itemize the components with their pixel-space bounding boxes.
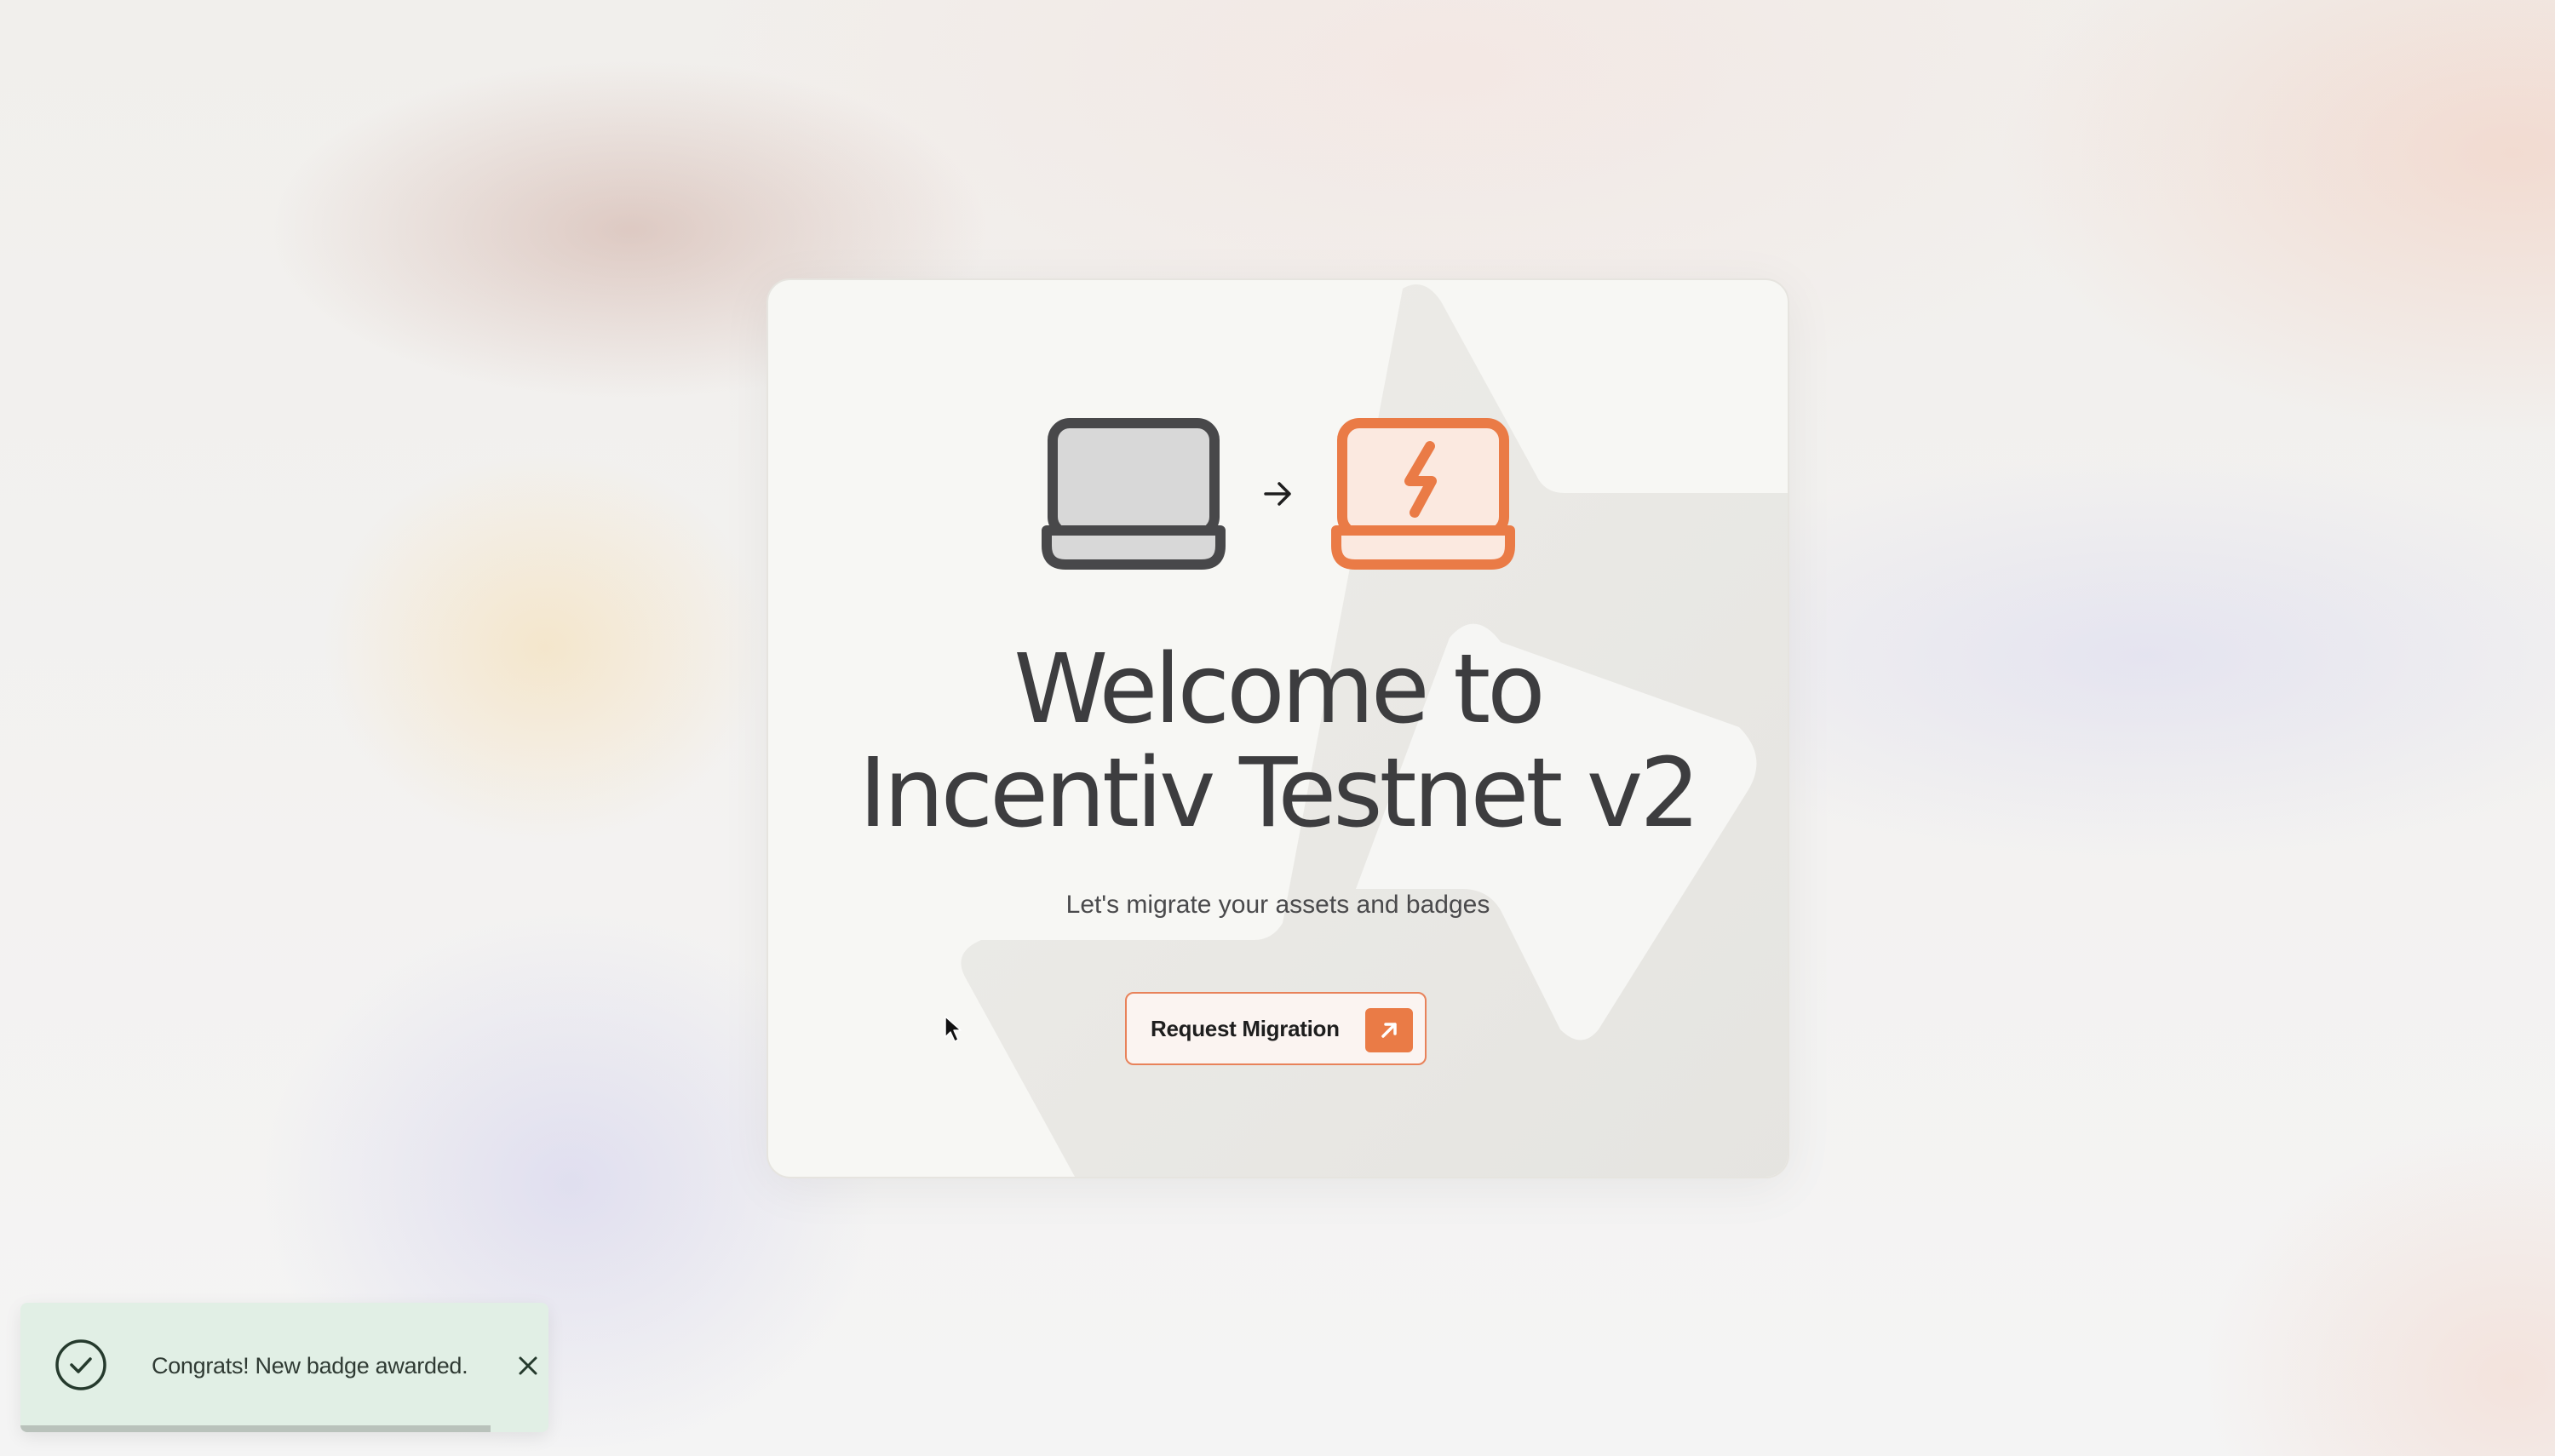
migration-icons: [768, 413, 1788, 575]
arrow-right-icon: [1263, 481, 1294, 507]
title-line-1: Welcome to: [1013, 634, 1545, 745]
toast-progress-bar: [20, 1425, 491, 1432]
mouse-cursor-icon: [944, 1015, 964, 1048]
laptop-lightning-icon: [1330, 418, 1515, 570]
page-subtitle: Let's migrate your assets and badges: [1065, 891, 1490, 919]
welcome-card: Welcome to Incentiv Testnet v2 Let's mig…: [766, 278, 1789, 1178]
toast-progress-track: [20, 1425, 548, 1432]
check-circle-icon: [55, 1338, 107, 1391]
notification-toast: Congrats! New badge awarded.: [20, 1303, 548, 1432]
arrow-up-right-icon: [1365, 1008, 1413, 1052]
close-icon[interactable]: [514, 1352, 542, 1379]
request-migration-label: Request Migration: [1151, 1015, 1340, 1041]
toast-message: Congrats! New badge awarded.: [152, 1353, 468, 1379]
page-title: Welcome to Incentiv Testnet v2: [768, 638, 1788, 846]
title-line-2: Incentiv Testnet v2: [858, 738, 1701, 849]
request-migration-button[interactable]: Request Migration: [1125, 992, 1427, 1065]
laptop-icon: [1041, 418, 1226, 570]
